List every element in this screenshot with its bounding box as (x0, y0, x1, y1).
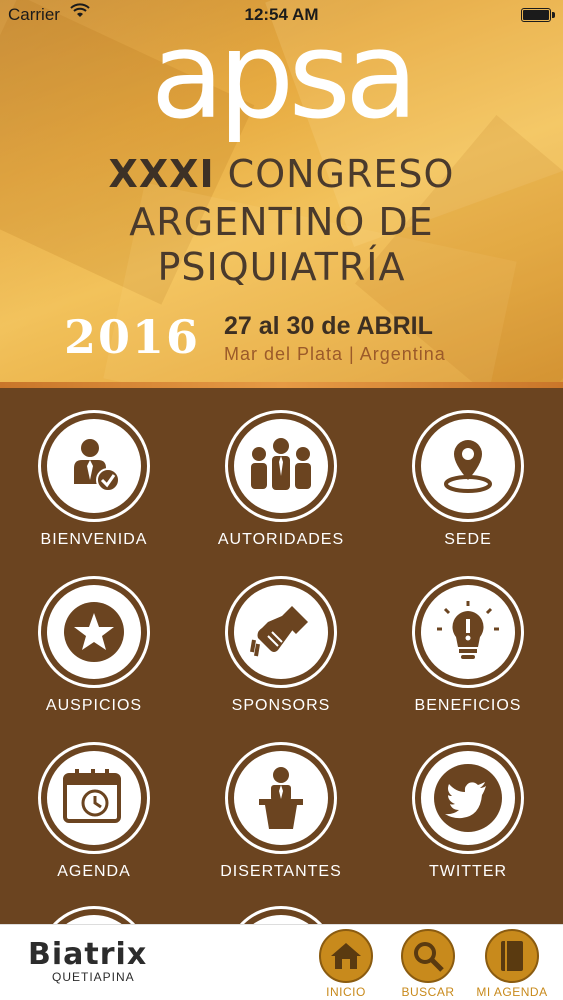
menu-label: TWITTER (428, 863, 508, 880)
tab-buscar[interactable]: BUSCAR (386, 929, 470, 999)
calendar-clock-icon (47, 751, 141, 845)
brand-subtitle: QUETIAPINA (52, 970, 135, 984)
lightbulb-icon (421, 585, 515, 679)
search-icon (401, 929, 455, 983)
congress-place: Mar del Plata | Argentina (224, 344, 446, 364)
home-icon (319, 929, 373, 983)
menu-label: AUTORIDADES (217, 531, 345, 548)
congress-title-line1: XXXI CONGRESO (108, 152, 455, 196)
menu-label: BENEFICIOS (414, 697, 522, 714)
battery-icon (521, 8, 555, 22)
app-screen: Carrier 12:54 AM apsa XXXI CONGRESO ARGE… (0, 0, 563, 1000)
handshake-icon (234, 585, 328, 679)
menu-label: DISERTANTES (220, 863, 342, 880)
speaker-podium-icon (234, 751, 328, 845)
tab-label: BUSCAR (401, 985, 455, 999)
tab-mi-agenda[interactable]: MI AGENDA (470, 929, 554, 999)
menu-label: BIENVENIDA (40, 531, 148, 548)
location-pin-icon (421, 419, 515, 513)
congress-title-line3: PSIQUIATRÍA (157, 245, 406, 289)
book-icon (485, 929, 539, 983)
sponsor-brand: Biatrix QUETIAPINA (28, 937, 147, 984)
menu-label: AUSPICIOS (45, 697, 143, 714)
menu-label: SPONSORS (231, 697, 331, 714)
bottom-tab-bar: Biatrix QUETIAPINA INICIO BUSCAR MI AGEN… (0, 924, 563, 1000)
brand-name: Biatrix (28, 937, 148, 972)
star-icon (47, 585, 141, 679)
menu-label: SEDE (444, 531, 492, 548)
group-icon (234, 419, 328, 513)
twitter-bird-icon (421, 751, 515, 845)
menu-label: AGENDA (57, 863, 131, 880)
congress-title-line2: ARGENTINO DE (129, 200, 434, 244)
person-check-icon (47, 419, 141, 513)
congress-year: 2016 (64, 310, 201, 364)
tab-inicio[interactable]: INICIO (304, 929, 388, 999)
congress-dates: 27 al 30 de ABRIL (224, 312, 433, 340)
tab-label: MI AGENDA (476, 985, 548, 999)
tab-label: INICIO (326, 985, 366, 999)
apsa-logo: apsa (150, 7, 419, 146)
header-banner: Carrier 12:54 AM apsa XXXI CONGRESO ARGE… (0, 0, 563, 388)
